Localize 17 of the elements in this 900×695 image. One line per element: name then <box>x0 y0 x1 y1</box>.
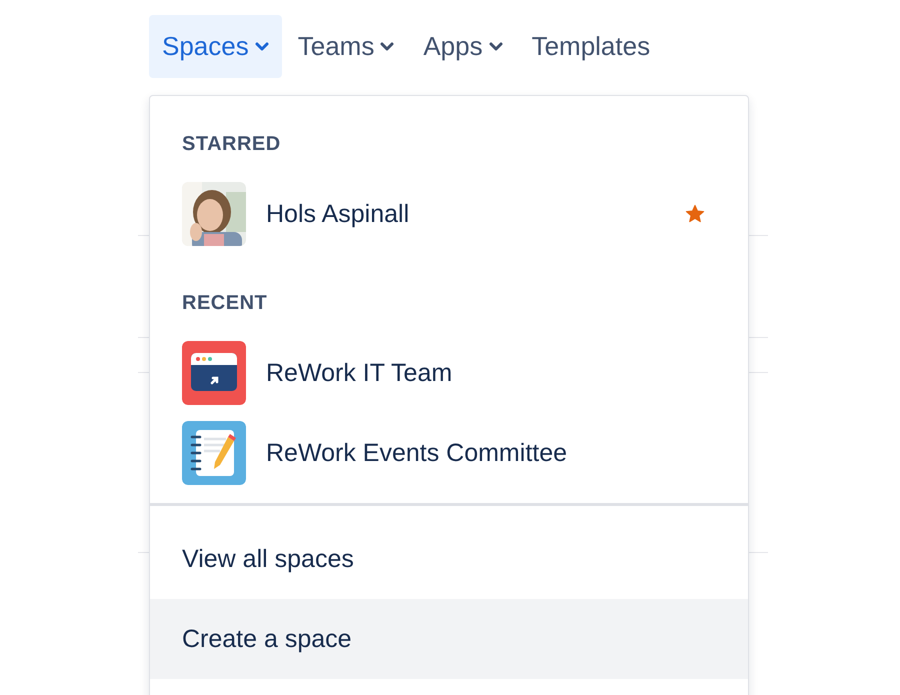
space-name: ReWork IT Team <box>266 358 454 388</box>
menu-item[interactable]: View all spaces <box>150 519 748 599</box>
section-heading: STARRED <box>181 132 282 157</box>
space-item[interactable]: Hols Aspinall <box>150 174 748 254</box>
nav-tab[interactable]: Teams <box>284 15 408 78</box>
space-name: Hols Aspinall <box>266 200 410 228</box>
space-item[interactable]: ReWork IT Team <box>150 333 748 413</box>
notebook-pencil-icon <box>182 421 246 485</box>
space-name: ReWork Events Committee <box>266 438 568 468</box>
space-item[interactable]: ReWork Events Committee <box>150 413 748 493</box>
menu-item[interactable]: Create a space <box>150 599 748 679</box>
nav-tab[interactable]: Templates <box>518 15 664 78</box>
browser-window-icon <box>182 341 246 405</box>
star-icon[interactable] <box>684 203 706 225</box>
nav-tab[interactable]: Spaces <box>149 15 282 78</box>
nav-tab[interactable]: Apps <box>410 15 516 78</box>
section-heading: RECENT <box>181 291 268 316</box>
